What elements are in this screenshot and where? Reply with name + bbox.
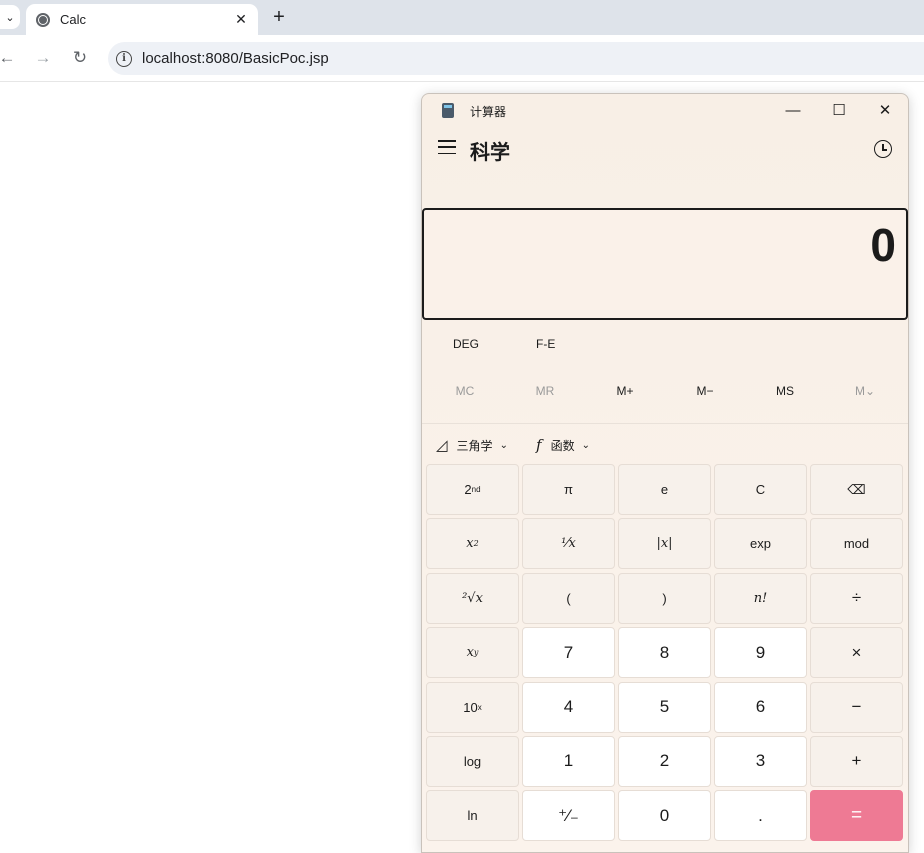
three-button[interactable]: 3 — [714, 735, 807, 787]
negate-button[interactable]: ⁺⁄₋ — [522, 790, 615, 842]
memory-store-button[interactable]: MS — [745, 384, 825, 398]
two-button[interactable]: 2 — [618, 735, 711, 787]
function-icon: 𝑓 — [536, 436, 542, 454]
memory-list-button[interactable]: M⌄ — [825, 384, 905, 398]
exp-button[interactable]: exp — [714, 518, 807, 570]
four-button[interactable]: 4 — [522, 681, 615, 733]
globe-icon — [36, 12, 50, 27]
function-label: 函数 — [550, 438, 575, 453]
mod-button[interactable]: mod — [810, 518, 903, 570]
clear-button[interactable]: C — [714, 464, 807, 515]
log-button[interactable]: log — [426, 735, 519, 787]
equals-button[interactable]: = — [810, 790, 903, 842]
second-button[interactable]: 2nd — [426, 464, 519, 515]
back-button[interactable]: ← — [0, 47, 18, 69]
seven-button[interactable]: 7 — [522, 627, 615, 679]
address-bar[interactable]: i localhost:8080/BasicPoc.jsp — [108, 42, 924, 75]
divide-button[interactable]: ÷ — [810, 572, 903, 624]
fe-button[interactable]: F-E — [536, 337, 555, 351]
keypad: 2nd π e C ⌫ x2 ¹⁄x |x| exp mod ²√x ( ) n… — [426, 464, 906, 842]
five-button[interactable]: 5 — [618, 681, 711, 733]
new-tab-button[interactable]: + — [268, 6, 290, 28]
factorial-button[interactable]: n! — [714, 572, 807, 624]
tab-close-icon[interactable]: ✕ — [232, 11, 250, 29]
forward-button[interactable]: → — [32, 47, 54, 69]
menu-icon[interactable] — [438, 140, 456, 154]
mode-title: 科学 — [470, 142, 510, 164]
browser-toolbar: ← → ↻ i localhost:8080/BasicPoc.jsp — [0, 35, 924, 82]
trigonometry-dropdown[interactable]: ◿ 三角学 ⌄ — [436, 436, 508, 454]
chevron-down-icon: ⌄ — [581, 439, 590, 451]
display-value: 0 — [870, 219, 896, 271]
reload-button[interactable]: ↻ — [69, 47, 91, 69]
memory-subtract-button[interactable]: M− — [665, 384, 745, 398]
absolute-button[interactable]: |x| — [618, 518, 711, 570]
backspace-icon: ⌫ — [847, 481, 866, 497]
right-paren-button[interactable]: ) — [618, 572, 711, 624]
nine-button[interactable]: 9 — [714, 627, 807, 679]
divider — [422, 423, 908, 424]
url-text[interactable]: localhost:8080/BasicPoc.jsp — [142, 50, 329, 67]
pi-button[interactable]: π — [522, 464, 615, 515]
triangle-icon: ◿ — [436, 436, 448, 454]
e-button[interactable]: e — [618, 464, 711, 515]
chevron-down-icon: ⌄ — [499, 439, 508, 451]
window-title: 计算器 — [470, 105, 507, 119]
square-button[interactable]: x2 — [426, 518, 519, 570]
tab-title: Calc — [60, 12, 87, 27]
reciprocal-button[interactable]: ¹⁄x — [522, 518, 615, 570]
history-icon[interactable] — [874, 140, 892, 158]
title-bar[interactable]: 计算器 — ☐ ✕ — [422, 94, 908, 126]
maximize-button[interactable]: ☐ — [816, 94, 862, 126]
eight-button[interactable]: 8 — [618, 627, 711, 679]
browser-tabstrip: ⌄ Calc ✕ + — [0, 0, 924, 35]
browser-tab[interactable]: Calc ✕ — [26, 4, 258, 35]
decimal-button[interactable]: . — [714, 790, 807, 842]
calculator-window: 计算器 — ☐ ✕ 科学 0 DEG F-E MC MR M+ M− MS M⌄… — [421, 93, 909, 853]
calculator-app-icon — [442, 103, 454, 118]
ln-button[interactable]: ln — [426, 790, 519, 842]
root-button[interactable]: ²√x — [426, 572, 519, 624]
close-button[interactable]: ✕ — [862, 94, 908, 126]
power-button[interactable]: xy — [426, 627, 519, 679]
memory-recall-button[interactable]: MR — [505, 384, 585, 398]
trigonometry-label: 三角学 — [456, 438, 493, 453]
left-paren-button[interactable]: ( — [522, 572, 615, 624]
multiply-button[interactable]: × — [810, 627, 903, 679]
function-dropdown[interactable]: 𝑓 函数 ⌄ — [536, 436, 590, 454]
tab-list-button[interactable]: ⌄ — [0, 5, 20, 29]
one-button[interactable]: 1 — [522, 735, 615, 787]
six-button[interactable]: 6 — [714, 681, 807, 733]
minus-button[interactable]: − — [810, 681, 903, 733]
memory-clear-button[interactable]: MC — [425, 384, 505, 398]
plus-button[interactable]: + — [810, 735, 903, 787]
memory-add-button[interactable]: M+ — [585, 384, 665, 398]
zero-button[interactable]: 0 — [618, 790, 711, 842]
ten-power-button[interactable]: 10 x — [426, 681, 519, 733]
backspace-button[interactable]: ⌫ — [810, 464, 903, 515]
angle-mode-button[interactable]: DEG — [453, 337, 479, 351]
result-display: 0 — [422, 208, 908, 320]
info-icon[interactable]: i — [116, 50, 132, 67]
minimize-button[interactable]: — — [770, 94, 816, 126]
